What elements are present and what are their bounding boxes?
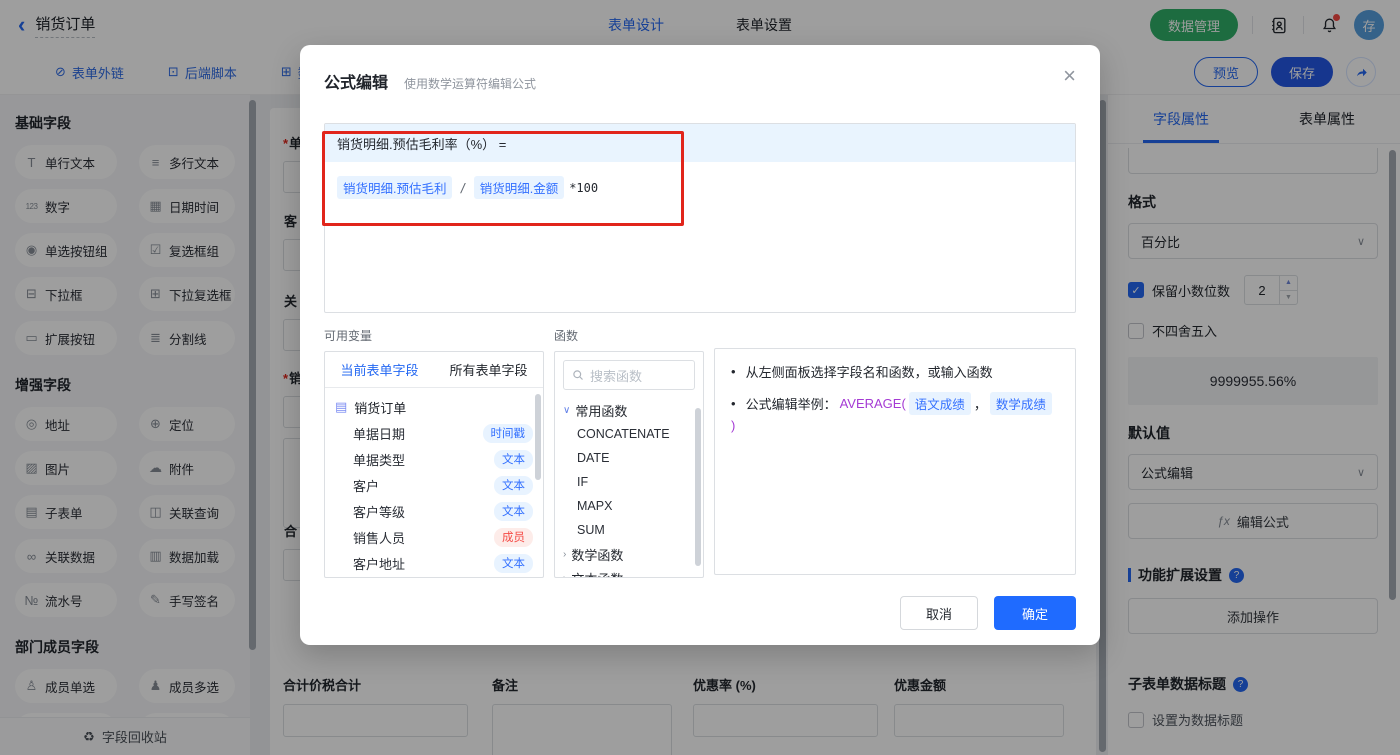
modal-title: 公式编辑 xyxy=(324,75,389,92)
bullet-icon: • xyxy=(731,364,736,379)
app-root: ‹ 销货订单 表单设计 表单设置 数据管理 存 ⊘ 表单外链 ⊡ 后端脚本 ⊞ … xyxy=(0,0,1400,755)
function-item[interactable]: IF xyxy=(555,470,703,494)
type-badge: 时间戳 xyxy=(482,423,533,443)
variables-label: 可用变量 xyxy=(324,329,373,343)
modal-columns: 可用变量 当前表单字段 所有表单字段 ▤ 销货订单 单据日期 时间戳 单据类型 文本… xyxy=(324,327,1076,578)
function-item[interactable]: MAPX xyxy=(555,494,703,518)
formula-edit-modal: 公式编辑 使用数学运算符编辑公式 × 销货明细.预估毛利率（%） = 销货明细.… xyxy=(300,45,1100,645)
example-chip: 数学成绩 xyxy=(989,392,1052,415)
type-badge: 文本 xyxy=(494,501,533,521)
functions-scrollbar[interactable] xyxy=(695,408,701,566)
modal-header: 公式编辑 使用数学运算符编辑公式 xyxy=(300,45,1100,93)
close-icon[interactable]: × xyxy=(1063,65,1076,87)
help-panel: • 从左侧面板选择字段名和函数，或输入函数 • 公式编辑举例： AVERAGE(… xyxy=(714,348,1076,575)
cancel-button[interactable]: 取消 xyxy=(900,596,978,630)
variables-tabs: 当前表单字段 所有表单字段 xyxy=(325,352,543,388)
example-chip: 语文成绩 xyxy=(908,392,971,415)
tree-form-node[interactable]: ▤ 销货订单 xyxy=(325,394,543,420)
variables-panel: 当前表单字段 所有表单字段 ▤ 销货订单 单据日期 时间戳 单据类型 文本 客户 文本… xyxy=(324,351,544,578)
type-badge: 成员 xyxy=(494,527,533,547)
operator: / xyxy=(459,180,467,195)
functions-panel: 搜索函数 ∨ 常用函数 CONCATENATE DATE IF MAPX SUM … xyxy=(554,351,704,578)
field-chip[interactable]: 销货明细.金额 xyxy=(473,176,565,199)
variable-row-partial[interactable] xyxy=(325,576,543,577)
help-label-spacer xyxy=(714,327,1076,341)
caret-down-icon: ∨ xyxy=(563,404,571,416)
function-name: AVERAGE( xyxy=(839,396,906,411)
function-item[interactable]: SUM xyxy=(555,518,703,542)
variable-row[interactable]: 客户地址 文本 xyxy=(325,550,543,576)
function-item[interactable]: DATE xyxy=(555,446,703,470)
formula-expression[interactable]: 销货明细.预估毛利 / 销货明细.金额 *100 xyxy=(325,162,1075,213)
variables-scrollbar[interactable] xyxy=(535,394,541,480)
type-badge: 文本 xyxy=(494,553,533,573)
field-chip[interactable]: 销货明细.预估毛利 xyxy=(337,176,453,199)
caret-right-icon: › xyxy=(563,548,567,560)
search-placeholder: 搜索函数 xyxy=(590,368,643,384)
variable-row[interactable]: 客户 文本 xyxy=(325,472,543,498)
variable-row[interactable]: 销售人员 成员 xyxy=(325,524,543,550)
tab-current-form-fields[interactable]: 当前表单字段 xyxy=(325,352,434,387)
formula-editor[interactable]: 销货明细.预估毛利率（%） = 销货明细.预估毛利 / 销货明细.金额 *100 xyxy=(324,123,1076,313)
function-group-math[interactable]: › 数学函数 xyxy=(555,542,703,566)
function-item[interactable]: CONCATENATE xyxy=(555,422,703,446)
type-badge: 文本 xyxy=(494,475,533,495)
confirm-button[interactable]: 确定 xyxy=(994,596,1076,630)
help-line-1: • 从左侧面板选择字段名和函数，或输入函数 xyxy=(731,364,993,380)
form-doc-icon: ▤ xyxy=(335,399,348,414)
help-column: • 从左侧面板选择字段名和函数，或输入函数 • 公式编辑举例： AVERAGE(… xyxy=(714,327,1076,578)
functions-label: 函数 xyxy=(554,329,579,343)
formula-tail: *100 xyxy=(569,180,599,195)
variables-column: 可用变量 当前表单字段 所有表单字段 ▤ 销货订单 单据日期 时间戳 单据类型 文本… xyxy=(324,327,544,578)
function-search-input[interactable]: 搜索函数 xyxy=(563,360,695,390)
search-icon xyxy=(573,370,583,380)
bullet-icon: • xyxy=(731,396,736,411)
modal-subtitle: 使用数学运算符编辑公式 xyxy=(404,77,537,91)
tab-all-form-fields[interactable]: 所有表单字段 xyxy=(434,352,543,387)
formula-target-line: 销货明细.预估毛利率（%） = xyxy=(325,124,1075,162)
variables-tree: ▤ 销货订单 单据日期 时间戳 单据类型 文本 客户 文本 客户等级 文本 销售人员 成员… xyxy=(325,388,543,577)
help-line-2: • 公式编辑举例： AVERAGE( 语文成绩 ， 数学成绩 ) xyxy=(731,392,1059,433)
caret-right-icon: › xyxy=(563,572,567,578)
variable-row[interactable]: 单据日期 时间戳 xyxy=(325,420,543,446)
modal-footer: 取消 确定 xyxy=(324,596,1076,630)
function-group-common[interactable]: ∨ 常用函数 xyxy=(555,398,703,422)
function-group-text[interactable]: ›文本函数 xyxy=(555,566,703,578)
functions-column: 函数 搜索函数 ∨ 常用函数 CONCATENATE DATE IF MAPX S… xyxy=(554,327,704,578)
type-badge: 文本 xyxy=(494,449,533,469)
variable-row[interactable]: 单据类型 文本 xyxy=(325,446,543,472)
variable-row[interactable]: 客户等级 文本 xyxy=(325,498,543,524)
